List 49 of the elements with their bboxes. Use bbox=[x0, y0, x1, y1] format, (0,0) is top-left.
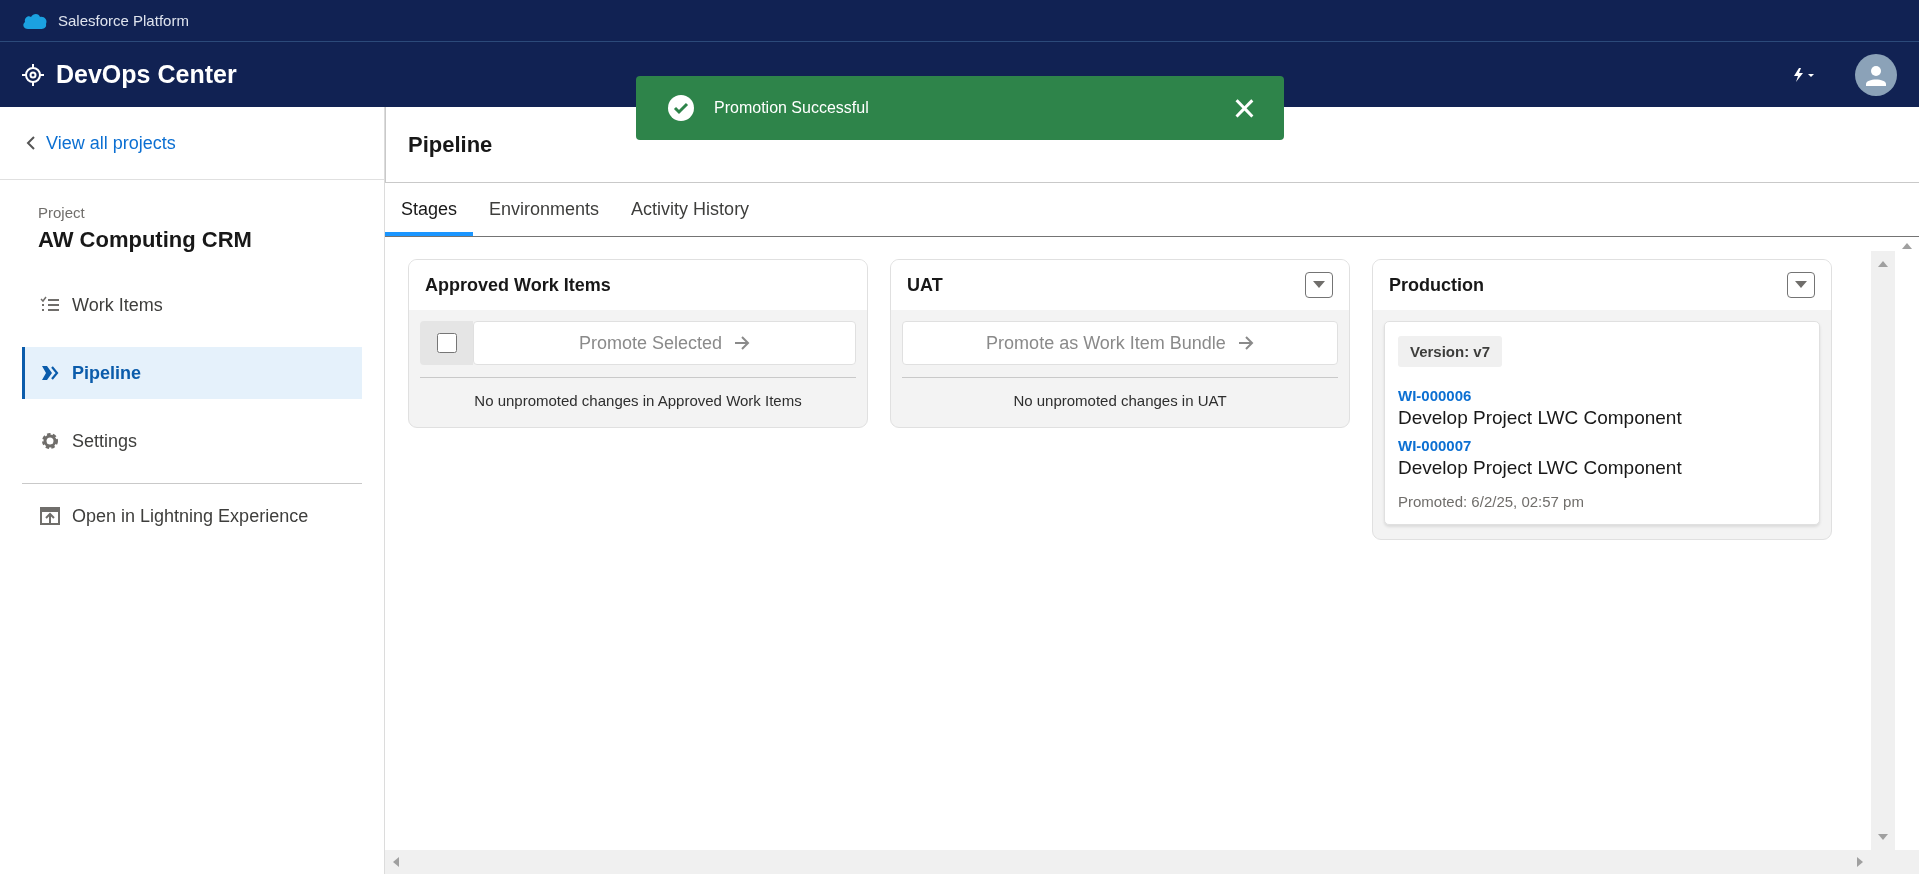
empty-message: No unpromoted changes in UAT bbox=[1012, 392, 1228, 411]
settings-icon bbox=[40, 431, 60, 451]
user-avatar-icon[interactable] bbox=[1855, 53, 1897, 96]
work-item-link[interactable]: WI-000007 bbox=[1398, 437, 1472, 454]
project-label: Project bbox=[38, 204, 86, 221]
empty-message: No unpromoted changes in Approved Work Items bbox=[473, 392, 803, 411]
page-title: Pipeline bbox=[408, 131, 493, 158]
stage-menu-button[interactable] bbox=[1305, 272, 1333, 298]
work-item-link[interactable]: WI-000006 bbox=[1398, 387, 1472, 404]
sidebar-nav-item[interactable]: Pipeline bbox=[22, 347, 362, 399]
stage-title: Approved Work Items bbox=[425, 274, 611, 296]
tab[interactable]: Stages bbox=[385, 183, 474, 236]
back-link[interactable]: View all projects bbox=[26, 132, 176, 154]
checklist-icon bbox=[40, 296, 60, 314]
stage-menu-button[interactable] bbox=[1787, 272, 1815, 298]
app-title: DevOps Center bbox=[56, 60, 237, 89]
tab[interactable]: Activity History bbox=[615, 183, 766, 236]
double-chevron-icon bbox=[40, 364, 60, 382]
check-circle-icon bbox=[668, 95, 694, 121]
sidebar-nav-item[interactable]: Settings bbox=[22, 415, 362, 467]
work-item-name: Develop Project LWC Component bbox=[1398, 457, 1682, 479]
arrow-right-icon bbox=[1237, 336, 1254, 350]
open-lightning-link[interactable]: Open in Lightning Experience bbox=[22, 490, 362, 542]
scroll-up-icon[interactable] bbox=[1878, 261, 1888, 267]
work-item-name: Develop Project LWC Component bbox=[1398, 407, 1682, 429]
sidebar-nav-item[interactable]: Work Items bbox=[22, 279, 362, 331]
crosshair-logo-icon bbox=[22, 63, 44, 86]
version-badge: Version: v7 bbox=[1398, 336, 1503, 367]
arrow-right-icon bbox=[734, 336, 751, 350]
caret-down-icon bbox=[1313, 281, 1325, 289]
stage-title: UAT bbox=[907, 274, 943, 296]
lightning-bolt-icon bbox=[1793, 67, 1815, 82]
scroll-down-icon[interactable] bbox=[1878, 834, 1888, 840]
close-button[interactable]: × bbox=[1228, 88, 1260, 128]
quick-actions-button[interactable] bbox=[1791, 65, 1817, 84]
chevron-left-icon bbox=[26, 136, 36, 150]
scroll-left-icon[interactable] bbox=[393, 857, 399, 867]
tab[interactable]: Environments bbox=[473, 183, 616, 236]
upload-window-icon bbox=[40, 506, 60, 526]
stage-title: Production bbox=[1389, 274, 1484, 296]
caret-down-icon bbox=[1795, 281, 1807, 289]
project-name: AW Computing CRM bbox=[38, 227, 253, 253]
toast-message: Promotion Successful bbox=[714, 99, 870, 117]
promoted-date: Promoted: 6/2/25, 02:57 pm bbox=[1398, 493, 1584, 510]
scroll-right-icon[interactable] bbox=[1857, 857, 1863, 867]
platform-name: Salesforce Platform bbox=[58, 12, 189, 29]
cloud-logo-icon bbox=[22, 11, 48, 30]
scroll-up-icon[interactable] bbox=[1902, 243, 1912, 249]
select-all-checkbox[interactable] bbox=[436, 333, 457, 353]
